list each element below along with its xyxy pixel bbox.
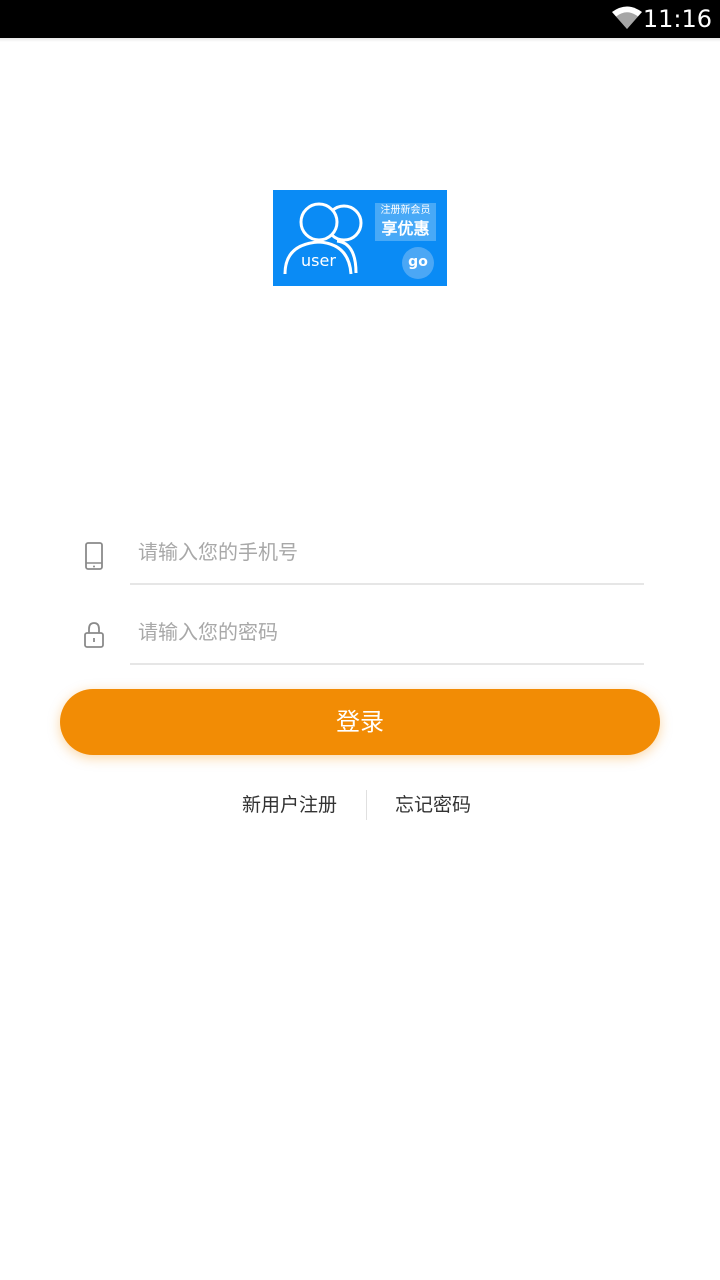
phone-underline xyxy=(130,583,644,585)
status-time: 11:16 xyxy=(642,5,712,33)
register-link[interactable]: 新用户注册 xyxy=(242,792,337,818)
auth-links: 新用户注册 忘记密码 xyxy=(0,788,720,824)
promo-tag-line2: 享优惠 xyxy=(381,219,430,238)
lock-icon xyxy=(84,622,104,648)
status-bar: 11:16 xyxy=(0,0,720,38)
wifi-icon xyxy=(612,6,642,29)
phone-input[interactable] xyxy=(130,527,644,577)
login-button[interactable]: 登录 xyxy=(60,689,660,755)
phone-field xyxy=(60,522,660,602)
promo-tag-line1: 注册新会员 xyxy=(380,205,431,216)
link-divider xyxy=(366,790,367,820)
forgot-password-link[interactable]: 忘记密码 xyxy=(395,792,471,818)
register-promo-banner[interactable]: 注册新会员 享优惠 user go xyxy=(273,190,447,286)
password-field xyxy=(60,602,660,682)
go-badge[interactable]: go xyxy=(402,247,434,279)
promo-tag: 注册新会员 享优惠 xyxy=(375,203,436,241)
password-input[interactable] xyxy=(130,607,644,657)
phone-icon xyxy=(85,542,103,570)
banner-user-text: user xyxy=(301,251,336,270)
header-shadow xyxy=(0,38,720,42)
password-underline xyxy=(130,663,644,665)
